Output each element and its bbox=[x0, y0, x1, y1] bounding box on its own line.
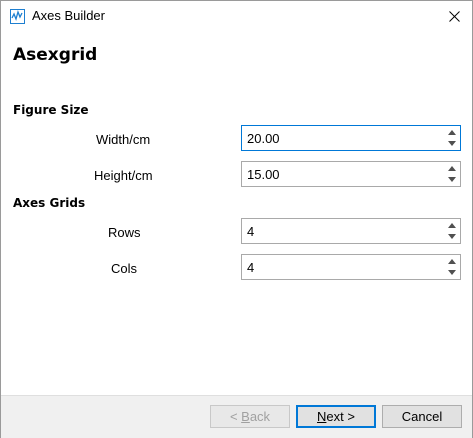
page-heading: Asexgrid bbox=[13, 45, 98, 65]
cols-spin-arrows[interactable] bbox=[447, 256, 458, 278]
spin-up-icon[interactable] bbox=[448, 259, 456, 264]
back-button-prefix: < bbox=[229, 409, 242, 424]
spin-up-icon[interactable] bbox=[448, 166, 456, 171]
back-button-rest: ack bbox=[249, 409, 271, 424]
spin-down-icon[interactable] bbox=[448, 177, 456, 182]
wizard-window: Axes Builder Asexgrid Figure Size Width/… bbox=[0, 0, 473, 438]
spin-down-icon[interactable] bbox=[448, 234, 456, 239]
cols-value[interactable]: 4 bbox=[247, 260, 254, 275]
cancel-button[interactable]: Cancel bbox=[382, 405, 462, 428]
width-spinbox[interactable]: 20.00 bbox=[241, 125, 461, 151]
cols-label: Cols bbox=[111, 261, 138, 276]
chart-app-icon bbox=[10, 9, 25, 24]
height-spinbox[interactable]: 15.00 bbox=[241, 161, 461, 187]
next-button-rest: ext > bbox=[326, 409, 355, 424]
height-label: Height/cm bbox=[94, 168, 153, 183]
spin-down-icon[interactable] bbox=[448, 141, 456, 146]
spin-up-icon[interactable] bbox=[448, 223, 456, 228]
height-spin-arrows[interactable] bbox=[447, 163, 458, 185]
width-spin-arrows[interactable] bbox=[447, 127, 458, 149]
rows-value[interactable]: 4 bbox=[247, 224, 254, 239]
title-bar: Axes Builder bbox=[1, 1, 472, 31]
back-button[interactable]: < Back bbox=[210, 405, 290, 428]
spin-up-icon[interactable] bbox=[448, 130, 456, 135]
cols-spinbox[interactable]: 4 bbox=[241, 254, 461, 280]
spin-down-icon[interactable] bbox=[448, 270, 456, 275]
height-value[interactable]: 15.00 bbox=[247, 167, 280, 182]
rows-spin-arrows[interactable] bbox=[447, 220, 458, 242]
width-label: Width/cm bbox=[96, 132, 151, 147]
rows-label: Rows bbox=[108, 225, 141, 240]
close-button[interactable] bbox=[436, 1, 472, 31]
width-value[interactable]: 20.00 bbox=[247, 131, 280, 146]
button-bar: < Back Next > Cancel bbox=[1, 395, 472, 438]
close-icon bbox=[448, 10, 460, 22]
axes-grids-section-title: Axes Grids bbox=[13, 196, 86, 210]
figure-size-section-title: Figure Size bbox=[13, 103, 89, 117]
next-button-mnemonic: N bbox=[317, 409, 327, 424]
back-button-mnemonic: B bbox=[241, 409, 250, 424]
window-title: Axes Builder bbox=[32, 8, 105, 23]
rows-spinbox[interactable]: 4 bbox=[241, 218, 461, 244]
next-button[interactable]: Next > bbox=[296, 405, 376, 428]
